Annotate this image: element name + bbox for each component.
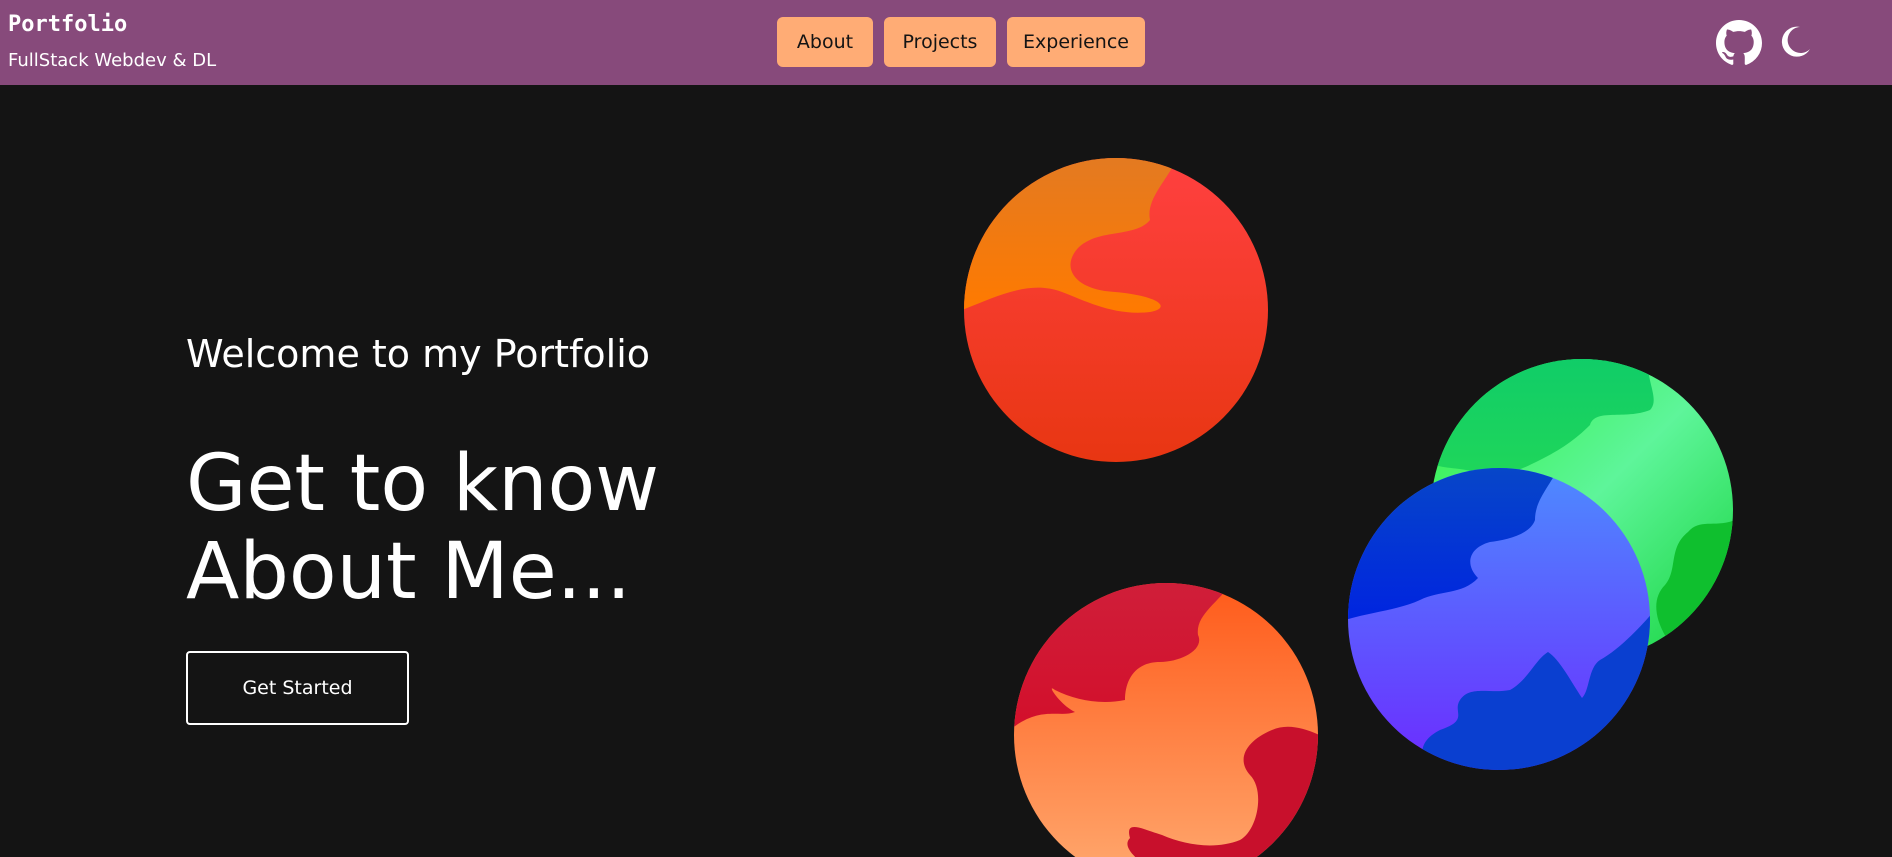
hero-headline: Get to know About Me... <box>186 439 660 617</box>
planet-red-peach <box>1014 583 1318 857</box>
nav-projects-button[interactable]: Projects <box>884 17 996 67</box>
welcome-heading: Welcome to my Portfolio <box>186 332 651 376</box>
decorative-planets <box>964 158 1733 857</box>
get-started-button[interactable]: Get Started <box>186 651 409 725</box>
moon-icon[interactable] <box>1776 23 1814 61</box>
nav-experience-button[interactable]: Experience <box>1007 17 1145 67</box>
brand-title[interactable]: Portfolio <box>8 12 127 37</box>
brand-subtitle: FullStack Webdev & DL <box>8 50 217 71</box>
navbar: Portfolio FullStack Webdev & DL About Pr… <box>0 0 1892 85</box>
planet-green <box>1431 359 1733 661</box>
nav-about-button[interactable]: About <box>777 17 873 67</box>
planet-blue <box>1348 468 1650 770</box>
planet-red-orange <box>964 158 1268 462</box>
nav-links: About Projects Experience <box>777 17 1145 67</box>
github-icon[interactable] <box>1716 20 1762 66</box>
